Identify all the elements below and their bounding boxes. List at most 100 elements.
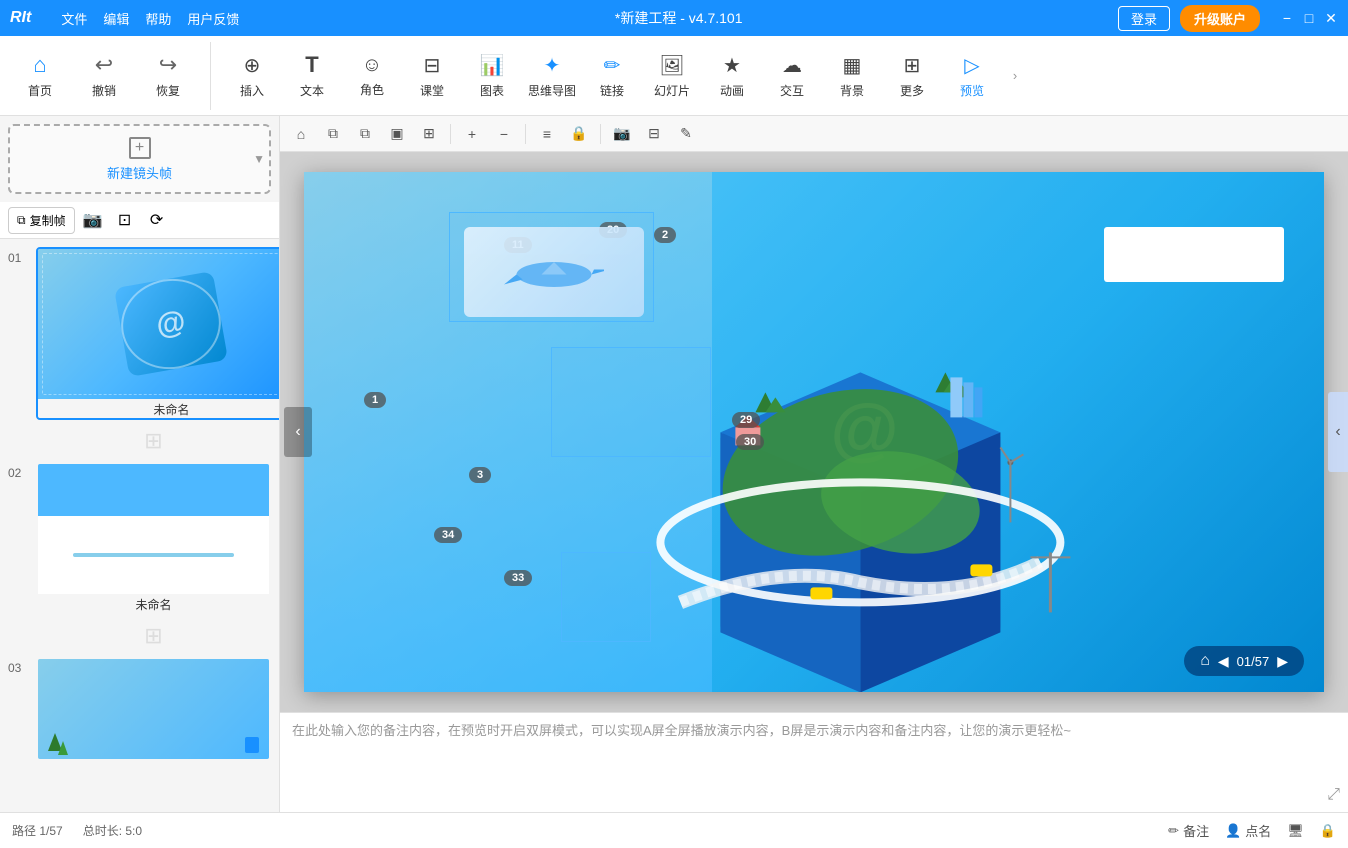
link-icon: ✏ [604, 53, 621, 78]
slide-thumb-1[interactable]: @ 未命名 [36, 247, 279, 420]
animation-icon: ★ [723, 53, 741, 78]
menu-help[interactable]: 帮助 [145, 9, 171, 28]
window-controls: − □ ✕ [1280, 11, 1338, 25]
toolbar-slideshow[interactable]: 🖼 幻灯片 [643, 42, 701, 110]
ct-house-icon[interactable]: ⌂ [288, 121, 314, 147]
menu-edit[interactable]: 编辑 [103, 9, 129, 28]
text-box-white[interactable] [1104, 227, 1284, 282]
camera-icon-btn[interactable]: 📷 [79, 206, 107, 234]
badge-1: 1 [364, 392, 386, 408]
ct-zoom-out-icon[interactable]: − [491, 121, 517, 147]
toolbar-text-label: 文本 [300, 82, 324, 99]
toolbar-slideshow-label: 幻灯片 [654, 82, 690, 99]
badge-30: 30 [736, 434, 764, 450]
main-canvas-slide[interactable]: @ [304, 172, 1324, 692]
loop-icon-btn[interactable]: ⟳ [143, 206, 171, 234]
badge-33: 33 [504, 570, 532, 586]
crop-icon-btn[interactable]: ⊡ [111, 206, 139, 234]
toolbar-mindmap[interactable]: ✦ 思维导图 [523, 42, 581, 110]
ct-zoom-in-icon[interactable]: + [459, 121, 485, 147]
badge-29: 29 [732, 412, 760, 428]
toolbar-undo-label: 撤销 [92, 82, 116, 99]
toolbar-items: ⊕ 插入 T 文本 ☺ 角色 ⊟ 课堂 📊 图表 ✦ 思维导图 ✏ 链接 🖼 [223, 42, 1001, 110]
slide-number-3: 03 [8, 661, 28, 675]
toolbar-chart[interactable]: 📊 图表 [463, 42, 521, 110]
toolbar-overflow[interactable]: › [1005, 42, 1025, 110]
toolbar-character-label: 角色 [360, 81, 384, 98]
canvas-toolbar: ⌂ ⧉ ⧉ ▣ ⊞ + − ≡ 🔒 📷 ⊟ ✎ [280, 116, 1348, 152]
toolbar-interact[interactable]: ☁ 交互 [763, 42, 821, 110]
ct-copy1-icon[interactable]: ⧉ [320, 121, 346, 147]
close-button[interactable]: ✕ [1324, 11, 1338, 25]
counter-prev-icon[interactable]: ◀ [1218, 653, 1229, 670]
classroom-icon: ⊟ [424, 53, 441, 78]
toolbar-classroom[interactable]: ⊟ 课堂 [403, 42, 461, 110]
toolbar-home-label: 首页 [28, 82, 52, 99]
ct-grid-icon[interactable]: ⊟ [641, 121, 667, 147]
notes-text[interactable]: 在此处输入您的备注内容，在预览时开启双屏模式，可以实现A屏全屏播放演示内容，B屏… [292, 721, 1336, 742]
airplane-container [464, 227, 644, 317]
slide-add-after-2[interactable]: ⊞ [36, 623, 271, 649]
slide-item-2: 02 未命名 [8, 462, 271, 615]
counter-home-icon[interactable]: ⌂ [1200, 652, 1210, 670]
toolbar-undo[interactable]: ↩ 撤销 [74, 42, 134, 110]
menu-feedback[interactable]: 用户反馈 [187, 9, 239, 28]
attendance-btn[interactable]: 👤 点名 [1225, 821, 1271, 840]
counter-next-icon[interactable]: ▶ [1277, 653, 1288, 670]
airplane-icon [504, 247, 604, 297]
slide-thumb-3[interactable] [36, 657, 271, 761]
badge-34: 34 [434, 527, 462, 543]
lock-icon: 🔒 [1320, 823, 1336, 839]
notes-expand-icon[interactable]: ⤢ [1327, 786, 1340, 804]
login-button[interactable]: 登录 [1118, 6, 1170, 31]
toolbar-link[interactable]: ✏ 链接 [583, 42, 641, 110]
app-title: *新建工程 - v4.7.101 [239, 8, 1118, 28]
copy-frame-button[interactable]: ⧉ 复制帧 [8, 207, 75, 234]
ct-copy2-icon[interactable]: ⧉ [352, 121, 378, 147]
minimize-button[interactable]: − [1280, 11, 1294, 25]
toolbar-character[interactable]: ☺ 角色 [343, 42, 401, 110]
menu-file[interactable]: 文件 [61, 9, 87, 28]
new-frame-button[interactable]: + 新建镜头帧 ▼ [8, 124, 271, 194]
sidebar: + 新建镜头帧 ▼ ⧉ 复制帧 📷 ⊡ ⟳ 01 [0, 116, 280, 812]
toolbar-more-label: 更多 [900, 82, 924, 99]
ct-lock-icon[interactable]: 🔒 [566, 121, 592, 147]
mindmap-icon: ✦ [544, 53, 561, 78]
slide-add-after-1[interactable]: ⊞ [36, 428, 271, 454]
ct-group-icon[interactable]: ⊞ [416, 121, 442, 147]
toolbar-insert[interactable]: ⊕ 插入 [223, 42, 281, 110]
copy-icon: ⧉ [17, 213, 26, 228]
notes-btn[interactable]: ✏ 备注 [1168, 821, 1209, 840]
sidebar-toolbar: ⧉ 复制帧 📷 ⊡ ⟳ [0, 202, 279, 239]
nav-prev-button[interactable]: ‹ [284, 407, 312, 457]
slide-thumb-2[interactable]: 未命名 [36, 462, 271, 615]
toolbar-animation-label: 动画 [720, 82, 744, 99]
toolbar-link-label: 链接 [600, 82, 624, 99]
status-btn-4[interactable]: 🔒 [1320, 823, 1336, 839]
toolbar-home[interactable]: ⌂ 首页 [10, 42, 70, 110]
ct-divider-2 [525, 124, 526, 144]
maximize-button[interactable]: □ [1302, 11, 1316, 25]
character-icon: ☺ [362, 54, 382, 77]
background-icon: ▦ [843, 53, 862, 78]
status-btn-3[interactable]: 🖥 [1287, 823, 1304, 839]
ct-edit-icon[interactable]: ✎ [673, 121, 699, 147]
nav-next-button[interactable]: ‹ [1328, 392, 1348, 472]
toolbar-animation[interactable]: ★ 动画 [703, 42, 761, 110]
ct-layer-icon[interactable]: ▣ [384, 121, 410, 147]
toolbar-text[interactable]: T 文本 [283, 42, 341, 110]
ct-screenshot-icon[interactable]: 📷 [609, 121, 635, 147]
app-logo: RIt [10, 9, 31, 27]
ct-align-icon[interactable]: ≡ [534, 121, 560, 147]
ct-divider-3 [600, 124, 601, 144]
upgrade-button[interactable]: 升级账户 [1180, 5, 1260, 32]
slide-label-2: 未命名 [38, 596, 269, 613]
scroll-down-icon: ▼ [253, 152, 265, 166]
home-icon: ⌂ [33, 52, 46, 78]
toolbar-preview[interactable]: ▷ 预览 [943, 42, 1001, 110]
toolbar-more[interactable]: ⊞ 更多 [883, 42, 941, 110]
toolbar-interact-label: 交互 [780, 82, 804, 99]
toolbar-background[interactable]: ▦ 背景 [823, 42, 881, 110]
toolbar-redo[interactable]: ↪ 恢复 [138, 42, 198, 110]
slide-number-2: 02 [8, 466, 28, 480]
